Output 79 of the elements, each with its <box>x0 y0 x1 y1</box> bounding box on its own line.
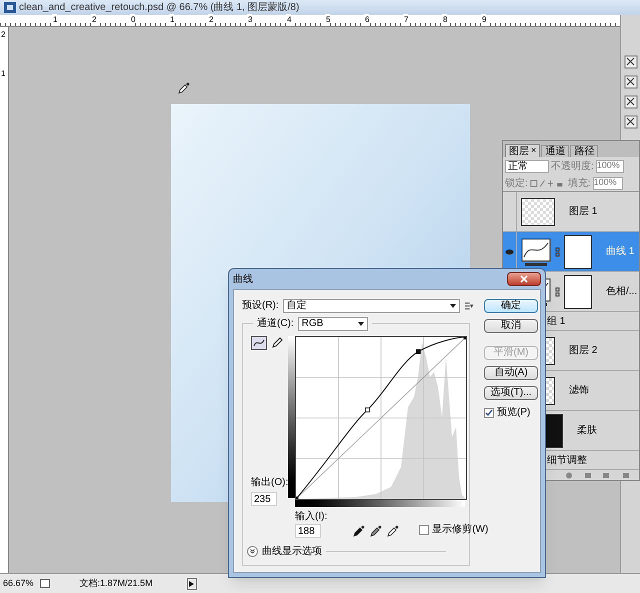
ruler-label: 4 <box>286 14 292 26</box>
ruler-label: 2 <box>91 14 96 26</box>
output-label: 输出(O): <box>251 476 288 490</box>
dialog-title: 曲线 <box>233 272 253 286</box>
ruler-label: 0 <box>130 14 136 26</box>
close-button[interactable] <box>507 272 541 286</box>
layer-name: 曲线 1 <box>606 244 634 259</box>
eyedropper-icon[interactable] <box>178 82 190 94</box>
link-icon <box>555 246 560 256</box>
ruler-label: 2 <box>1 29 6 41</box>
info-icon[interactable] <box>40 579 50 588</box>
chevron-down-icon <box>250 549 255 554</box>
ruler-label: 5 <box>325 14 330 26</box>
preset-label: 预设(R): <box>242 299 279 313</box>
menu-icon[interactable] <box>464 302 474 310</box>
document-size: 文档:1.87M/21.5M <box>80 576 153 590</box>
curve-tool-icon[interactable] <box>251 336 267 350</box>
ruler-label: 2 <box>208 14 214 26</box>
input-label: 输入(I): <box>295 510 328 524</box>
link-icon <box>555 286 560 296</box>
checkbox-label: 显示修剪(W) <box>432 522 488 537</box>
tool-icon[interactable] <box>624 115 638 129</box>
eyedropper-icon[interactable] <box>353 525 366 537</box>
layer-name: 细节调整 <box>547 454 587 468</box>
fill-field[interactable]: 100% <box>592 176 623 190</box>
layer-name: 色相/... <box>606 284 638 299</box>
blend-mode-dropdown[interactable]: 正常 <box>505 160 549 172</box>
ruler-label: 8 <box>442 14 448 26</box>
channel-dropdown[interactable]: RGB <box>298 316 368 330</box>
panel-tab[interactable]: 路径 <box>570 145 598 157</box>
panel-tab[interactable]: 通道 <box>541 145 570 157</box>
ruler-label: 7 <box>403 14 408 26</box>
output-field[interactable]: 235 <box>251 492 277 506</box>
layer-mask-thumbnail <box>564 234 592 268</box>
tool-icon[interactable] <box>624 95 638 109</box>
layer-name: 柔肤 <box>577 424 597 438</box>
pencil-tool-icon[interactable] <box>269 336 285 350</box>
lock-label: 锁定: <box>505 176 528 190</box>
panel-tab[interactable]: 图层 × <box>505 144 540 157</box>
ruler-label: 9 <box>481 14 486 26</box>
status-menu-button[interactable] <box>186 578 197 590</box>
checkbox[interactable] <box>484 408 494 418</box>
dialog-button[interactable]: 选项(T)... <box>484 386 538 400</box>
expand-button[interactable] <box>247 546 258 557</box>
fill-label: 填充: <box>568 176 591 190</box>
layer-name: 滤饰 <box>569 384 589 398</box>
input-field[interactable]: 188 <box>295 524 321 538</box>
eyedropper-icon[interactable] <box>387 525 400 537</box>
layer-thumbnail <box>521 198 555 226</box>
curve-graph[interactable] <box>295 336 467 500</box>
caret-icon <box>358 322 364 326</box>
lock-options-icon[interactable] <box>530 178 564 188</box>
opacity-field[interactable]: 100% <box>596 160 624 172</box>
ruler-label: 3 <box>247 14 252 26</box>
dialog-button[interactable]: 取消 <box>484 319 538 333</box>
tool-icon[interactable] <box>624 55 638 69</box>
checkbox[interactable] <box>419 524 430 534</box>
caret-icon <box>450 304 456 308</box>
layer-name: 图层 1 <box>569 205 598 219</box>
display-options-label: 曲线显示选项 <box>262 544 322 559</box>
ruler-label: 1 <box>169 14 174 26</box>
dialog-button[interactable]: 自动(A) <box>484 366 538 380</box>
dialog-button[interactable]: 确定 <box>484 299 538 313</box>
channel-label: 通道(C): <box>257 316 294 331</box>
document-title: clean_and_creative_retouch.psd @ 66.7% (曲线 1, 图层蒙版/8) <box>19 0 300 15</box>
eyedropper-icon[interactable] <box>370 525 382 537</box>
zoom-level: 66.67% <box>3 576 34 590</box>
ruler-label: 1 <box>52 14 58 26</box>
opacity-label: 不透明度: <box>551 160 594 174</box>
document-icon <box>4 2 16 13</box>
ruler-label: 1 <box>1 68 6 80</box>
layer-name: 图层 2 <box>569 344 598 358</box>
close-icon <box>520 275 528 283</box>
play-icon <box>189 580 194 586</box>
layer-name: 组 1 <box>547 314 566 328</box>
layer-mask-thumbnail <box>564 274 592 308</box>
preset-dropdown[interactable]: 自定 <box>282 298 460 312</box>
tool-icon[interactable] <box>624 75 638 89</box>
ruler-label: 6 <box>364 14 370 26</box>
